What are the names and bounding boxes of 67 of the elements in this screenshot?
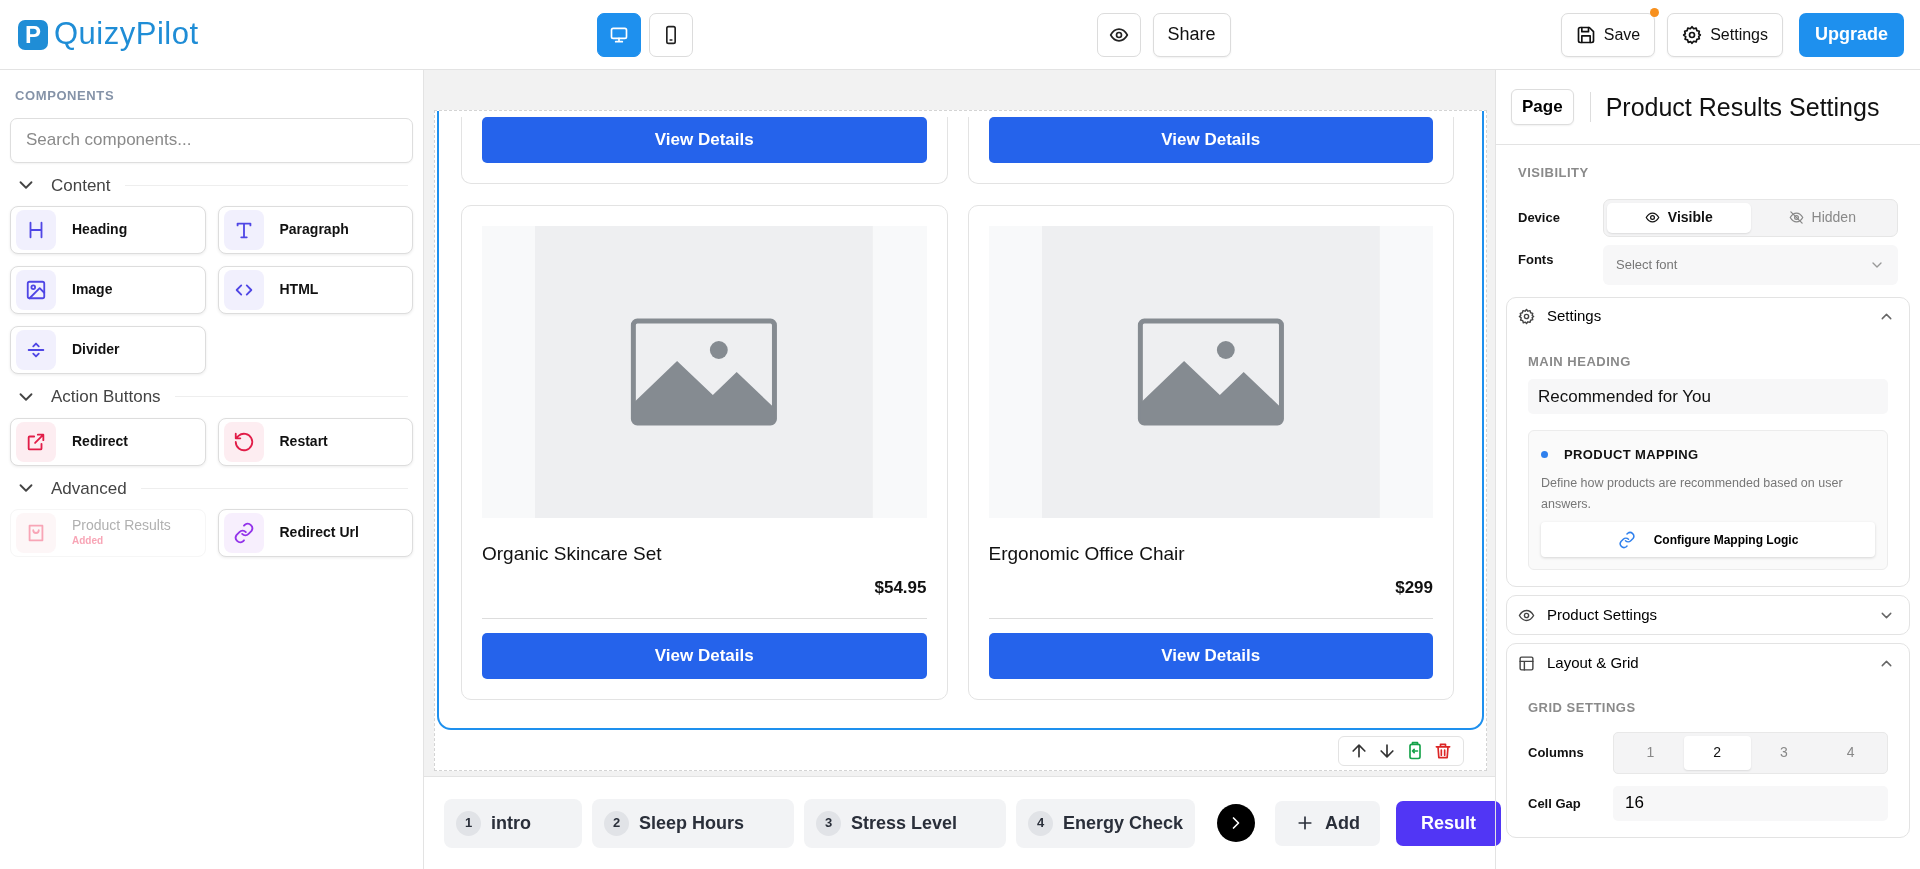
component-item[interactable]: Divider — [10, 326, 206, 374]
step-number: 4 — [1028, 810, 1053, 836]
field-label: MAIN HEADING — [1528, 352, 1632, 371]
link-icon — [1617, 530, 1636, 549]
eye-off-icon — [1788, 210, 1804, 225]
product-name: Ergonomic Office Chair — [988, 542, 1186, 566]
step-tab[interactable]: 2 Sleep Hours — [592, 798, 794, 848]
gap-field[interactable]: 16 — [1613, 785, 1888, 821]
section-label: VISIBILITY — [1518, 164, 1590, 182]
component-item[interactable]: Paragraph — [217, 206, 413, 254]
product-price: $299 — [1394, 576, 1433, 599]
step-number: 2 — [604, 810, 629, 836]
add-button[interactable]: Add — [1275, 800, 1381, 846]
search-field[interactable]: Search components... — [10, 117, 413, 163]
section-header[interactable]: Layout & Grid — [1507, 644, 1909, 683]
view-details-button[interactable]: View Details — [482, 117, 927, 163]
logo-mark: P — [18, 19, 48, 50]
group-label[interactable]: Advanced — [51, 475, 127, 501]
component-item[interactable]: Redirect — [10, 417, 206, 466]
settings-icon — [1518, 308, 1535, 325]
step-number: 1 — [456, 810, 481, 836]
group-label[interactable]: Content — [51, 172, 111, 198]
section-header[interactable]: Settings — [1507, 297, 1909, 336]
settings-button[interactable]: Settings — [1667, 12, 1783, 57]
settings-icon — [1682, 24, 1703, 45]
step-tab[interactable]: 4 Energy Check — [1016, 798, 1196, 848]
component-item[interactable]: Image — [10, 266, 206, 314]
mapping-title: PRODUCT MAPPING — [1564, 446, 1699, 464]
section-label: GRID SETTINGS — [1528, 699, 1637, 718]
result-button[interactable]: Result — [1396, 800, 1502, 846]
product-price: $54.95 — [873, 576, 927, 599]
view-details-button[interactable]: View Details — [988, 117, 1433, 163]
column-option[interactable]: 2 — [1683, 735, 1751, 770]
configure-button[interactable]: Configure Mapping Logic — [1541, 522, 1875, 558]
delete-icon[interactable] — [1433, 741, 1453, 761]
field-label: Columns — [1528, 744, 1585, 762]
layout-icon — [1518, 654, 1535, 672]
group-label[interactable]: Action Buttons — [51, 384, 161, 410]
eye-icon — [1644, 210, 1660, 225]
component-item[interactable]: Heading — [10, 206, 206, 254]
section-header[interactable]: Product Settings — [1507, 596, 1909, 635]
view-details-button[interactable]: View Details — [482, 633, 927, 679]
product-name: Organic Skincare Set — [482, 542, 663, 566]
status-dot — [1541, 451, 1548, 459]
panel-title: Product Results Settings — [1605, 92, 1880, 122]
field-label: Fonts — [1518, 250, 1555, 269]
mapping-description: Define how products are recommended based on user answers. — [1541, 474, 1844, 514]
field-label: Device — [1518, 208, 1561, 227]
field-label: Cell Gap — [1528, 794, 1582, 813]
heading-field[interactable]: Recommended for You — [1528, 379, 1888, 414]
font-select[interactable]: Select font — [1603, 244, 1898, 285]
step-number: 3 — [816, 810, 841, 836]
share-button[interactable]: Share — [1152, 12, 1231, 57]
view-details-button[interactable]: View Details — [988, 633, 1433, 679]
component-item[interactable]: HTML — [217, 266, 413, 314]
step-tab[interactable]: 3 Stress Level — [804, 798, 1006, 848]
visibility-option[interactable]: Visible — [1607, 202, 1751, 233]
section-title: COMPONENTS — [15, 87, 116, 105]
component-item[interactable]: Restart — [217, 417, 413, 466]
logo-text: QuizyPilot — [54, 15, 199, 54]
next-button[interactable] — [1217, 804, 1256, 842]
status-label: Added — [72, 534, 105, 549]
save-icon — [1575, 24, 1596, 45]
preview-button[interactable] — [1096, 12, 1141, 57]
component-item[interactable]: Redirect Url — [217, 509, 413, 557]
step-tab[interactable]: 1 intro — [444, 798, 582, 848]
page-button[interactable]: Page — [1511, 89, 1574, 125]
